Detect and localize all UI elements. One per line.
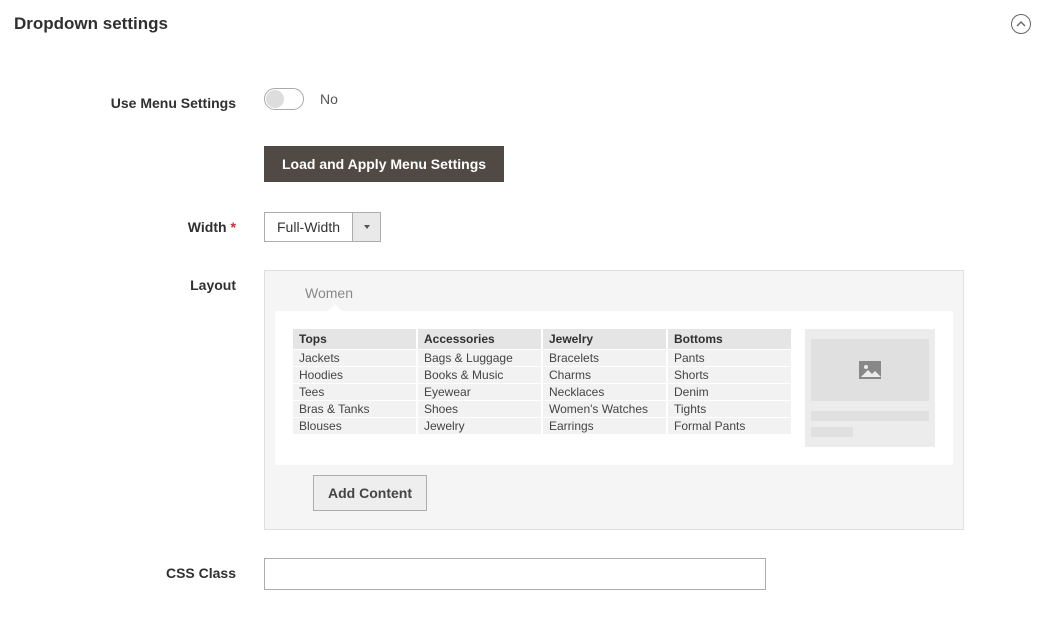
layout-column: JewelryBraceletsCharmsNecklacesWomen's W… — [543, 329, 666, 447]
placeholder-line — [811, 411, 929, 421]
add-content-button[interactable]: Add Content — [313, 475, 427, 511]
css-class-input[interactable] — [264, 558, 766, 590]
column-item: Tights — [668, 401, 791, 417]
column-header: Bottoms — [668, 329, 791, 349]
toggle-value: No — [320, 91, 338, 107]
load-apply-button[interactable]: Load and Apply Menu Settings — [264, 146, 504, 182]
layout-body: TopsJacketsHoodiesTeesBras & TanksBlouse… — [275, 311, 953, 465]
image-icon — [859, 361, 881, 379]
width-selected: Full-Width — [265, 213, 352, 241]
row-use-menu-settings: Use Menu Settings No — [20, 88, 1021, 118]
row-css-class: CSS Class — [20, 558, 1021, 590]
label-layout: Layout — [20, 270, 264, 300]
column-header: Jewelry — [543, 329, 666, 349]
layout-tab[interactable]: Women — [265, 271, 963, 311]
panel-header: Dropdown settings — [0, 0, 1041, 48]
column-item: Shoes — [418, 401, 541, 417]
layout-preview: Women TopsJacketsHoodiesTeesBras & Tanks… — [264, 270, 964, 530]
label-css-class: CSS Class — [20, 558, 264, 588]
row-width: Width* Full-Width — [20, 212, 1021, 242]
column-item: Tees — [293, 384, 416, 400]
layout-column: BottomsPantsShortsDenimTightsFormal Pant… — [668, 329, 791, 447]
column-item: Eyewear — [418, 384, 541, 400]
column-item: Earrings — [543, 418, 666, 434]
layout-columns: TopsJacketsHoodiesTeesBras & TanksBlouse… — [293, 329, 791, 447]
required-asterisk: * — [231, 219, 236, 235]
control-width: Full-Width — [264, 212, 1021, 242]
column-item: Hoodies — [293, 367, 416, 383]
toggle-knob — [266, 90, 284, 108]
column-item: Pants — [668, 350, 791, 366]
column-item: Books & Music — [418, 367, 541, 383]
column-header: Tops — [293, 329, 416, 349]
panel-title: Dropdown settings — [14, 14, 168, 34]
width-select[interactable]: Full-Width — [264, 212, 381, 242]
column-header: Accessories — [418, 329, 541, 349]
placeholder-line-short — [811, 427, 853, 437]
tab-arrow-icon — [327, 304, 343, 312]
layout-tab-label: Women — [305, 285, 353, 301]
column-item: Bracelets — [543, 350, 666, 366]
column-item: Charms — [543, 367, 666, 383]
layout-side-block — [805, 329, 935, 447]
label-width: Width* — [20, 212, 264, 242]
control-css-class — [264, 558, 1021, 590]
label-width-text: Width — [188, 219, 227, 235]
row-layout: Layout Women TopsJacketsHoodiesTeesBras … — [20, 270, 1021, 530]
column-item: Necklaces — [543, 384, 666, 400]
column-item: Blouses — [293, 418, 416, 434]
column-item: Bags & Luggage — [418, 350, 541, 366]
label-use-menu-settings: Use Menu Settings — [20, 88, 264, 118]
column-item: Jewelry — [418, 418, 541, 434]
column-item: Bras & Tanks — [293, 401, 416, 417]
layout-column: TopsJacketsHoodiesTeesBras & TanksBlouse… — [293, 329, 416, 447]
column-item: Formal Pants — [668, 418, 791, 434]
column-item: Shorts — [668, 367, 791, 383]
layout-column: AccessoriesBags & LuggageBooks & MusicEy… — [418, 329, 541, 447]
chevron-up-icon — [1016, 19, 1026, 29]
image-placeholder — [811, 339, 929, 401]
column-item: Women's Watches — [543, 401, 666, 417]
toggle-use-menu-settings[interactable] — [264, 88, 304, 110]
form-body: Use Menu Settings No Load and Apply Menu… — [0, 48, 1041, 618]
column-item: Jackets — [293, 350, 416, 366]
control-use-menu-settings: No — [264, 88, 1021, 110]
chevron-down-icon — [352, 213, 380, 241]
column-item: Denim — [668, 384, 791, 400]
collapse-toggle[interactable] — [1011, 14, 1031, 34]
